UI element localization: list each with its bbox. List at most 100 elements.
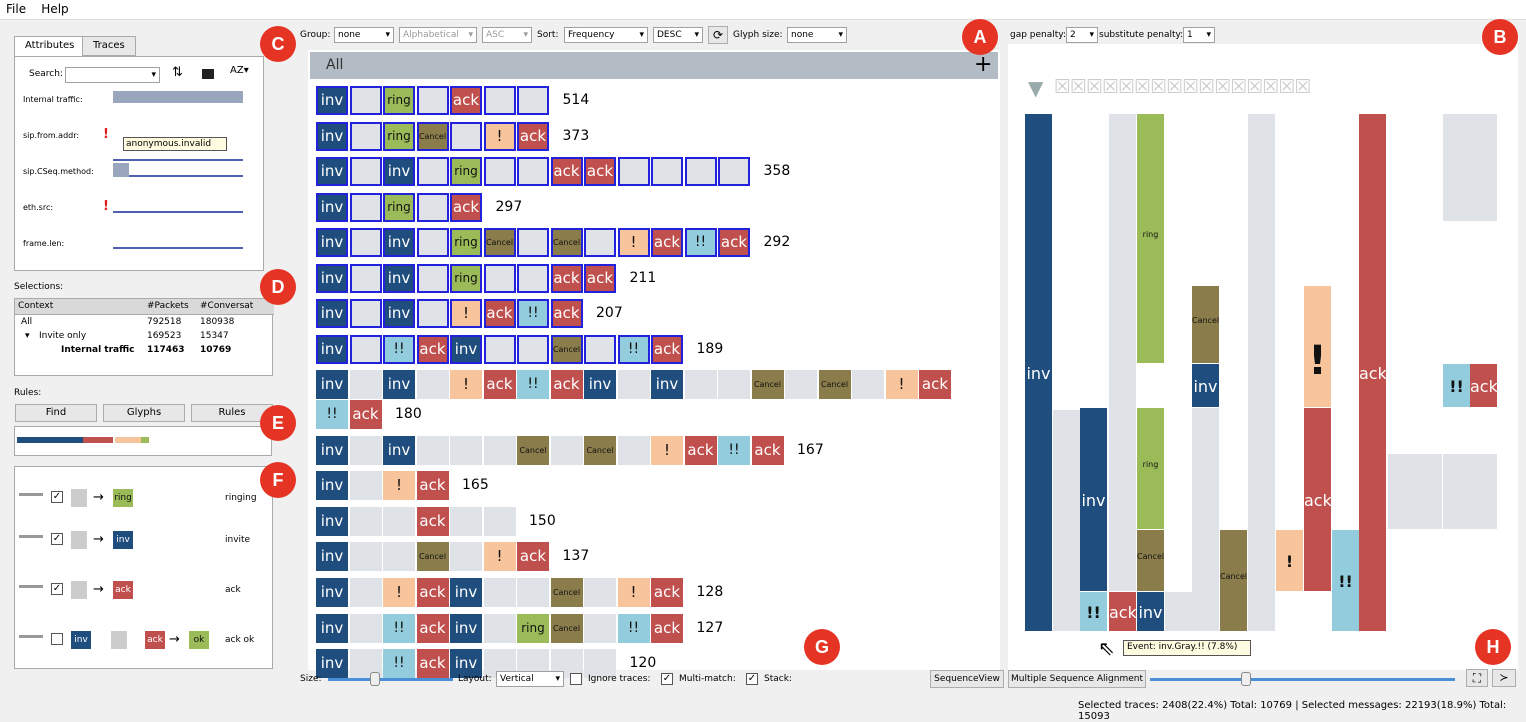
glyph-ack[interactable]: ack (450, 193, 482, 222)
glyph-empty[interactable] (416, 193, 449, 222)
msa-cell-exc[interactable]: ! (1304, 286, 1331, 407)
glyphs-button[interactable]: Glyphs (103, 404, 185, 422)
glyph-empty[interactable] (416, 370, 449, 399)
glyph-ack[interactable]: ack (651, 228, 683, 257)
glyph-empty[interactable] (349, 542, 382, 571)
rule-item[interactable]: inv ack → ok ack ok (15, 631, 260, 653)
find-button[interactable]: Find (15, 404, 97, 422)
glyph-inv[interactable]: inv (383, 436, 415, 465)
glyph-exc[interactable]: ! (617, 578, 650, 607)
size-slider[interactable] (328, 678, 453, 681)
glyph-empty[interactable] (450, 507, 482, 536)
glyph-ex2[interactable]: !! (684, 228, 717, 257)
glyph-ex2[interactable]: !! (617, 335, 650, 364)
glyph-inv[interactable]: inv (316, 471, 348, 500)
glyph-inv[interactable]: inv (316, 86, 348, 115)
glyph-empty[interactable] (517, 157, 549, 186)
glyph-empty[interactable] (349, 228, 382, 257)
glyph-empty[interactable] (617, 436, 650, 465)
glyph-ex2[interactable]: !! (718, 436, 750, 465)
glyph-empty[interactable] (349, 264, 382, 293)
glyph-ack[interactable]: ack (550, 264, 583, 293)
msa-cell-empty[interactable] (1470, 454, 1497, 529)
menu-help[interactable]: Help (35, 0, 74, 18)
glyph-inv[interactable]: inv (450, 335, 482, 364)
glyph-cancel[interactable]: Cancel (550, 335, 583, 364)
glyph-ack[interactable]: ack (919, 370, 951, 399)
glyph-empty[interactable] (450, 122, 482, 151)
glyph-inv[interactable]: inv (316, 299, 348, 328)
rule-checkbox[interactable]: ✓ (51, 583, 63, 595)
glyph-empty[interactable] (785, 370, 817, 399)
glyph-ack[interactable]: ack (550, 299, 583, 328)
msa-cell-empty[interactable] (1415, 454, 1442, 529)
glyph-empty[interactable] (584, 335, 616, 364)
glyph-inv[interactable]: inv (316, 370, 348, 399)
glyph-ex2[interactable]: !! (617, 614, 650, 643)
msa-cell-empty[interactable] (1109, 114, 1136, 591)
glyph-ack[interactable]: ack (550, 370, 583, 399)
glyph-empty[interactable] (517, 228, 549, 257)
glyph-empty[interactable] (416, 228, 449, 257)
msa-slider-handle[interactable] (1241, 672, 1251, 686)
glyph-ack[interactable]: ack (584, 157, 616, 186)
glyph-cancel[interactable]: Cancel (751, 370, 784, 399)
glyph-cancel[interactable]: Cancel (416, 542, 449, 571)
glyph-empty[interactable] (349, 614, 382, 643)
msa-cell-empty[interactable] (1053, 410, 1080, 631)
glyph-empty[interactable] (483, 86, 516, 115)
msa-cell-ack[interactable]: ack (1109, 592, 1137, 631)
glyph-empty[interactable] (517, 86, 549, 115)
glyph-exc[interactable]: ! (483, 122, 516, 151)
glyph-empty[interactable] (517, 578, 549, 607)
glyph-empty[interactable] (617, 370, 650, 399)
glyph-ack[interactable]: ack (349, 400, 382, 429)
glyph-empty[interactable] (684, 370, 717, 399)
glyph-empty[interactable] (349, 370, 382, 399)
glyph-ack[interactable]: ack (416, 507, 449, 536)
glyph-empty[interactable] (651, 157, 683, 186)
glyph-empty[interactable] (684, 157, 717, 186)
msa-cell-empty[interactable] (1165, 592, 1192, 631)
glyph-empty[interactable] (383, 507, 415, 536)
sequence-view-button[interactable]: SequenceView (930, 670, 1004, 688)
glyph-cancel[interactable]: Cancel (550, 614, 583, 643)
glyph-exc[interactable]: ! (651, 436, 683, 465)
msa-cell-ex2[interactable]: !! (1332, 530, 1359, 631)
glyph-inv[interactable]: inv (316, 193, 348, 222)
glyph-empty[interactable] (349, 122, 382, 151)
msa-cell-exc[interactable]: ! (1276, 530, 1303, 591)
msa-cell-cancel[interactable]: Cancel (1220, 530, 1247, 631)
tab-traces[interactable]: Traces (82, 36, 136, 56)
glyph-exc[interactable]: ! (450, 370, 482, 399)
desc-select[interactable]: DESC (653, 27, 703, 43)
msa-cell-empty[interactable] (1192, 408, 1219, 631)
glyph-inv[interactable]: inv (316, 228, 348, 257)
sort-icon[interactable]: ⇅ (172, 65, 183, 80)
glyph-ack[interactable]: ack (584, 264, 616, 293)
glyph-inv[interactable]: inv (316, 578, 348, 607)
glyph-ack[interactable]: ack (416, 471, 449, 500)
add-icon[interactable]: + (974, 52, 992, 77)
glyph-empty[interactable] (483, 436, 516, 465)
log-icon[interactable] (202, 69, 214, 79)
glyph-empty[interactable] (483, 507, 516, 536)
glyph-inv[interactable]: inv (584, 370, 616, 399)
glyph-empty[interactable] (349, 193, 382, 222)
glyph-ack[interactable]: ack (651, 578, 683, 607)
msa-cell-ring[interactable]: ring (1137, 114, 1164, 363)
glyph-empty[interactable] (349, 436, 382, 465)
glyph-empty[interactable] (349, 86, 382, 115)
msa-cell-ex2[interactable]: !! (1443, 364, 1470, 407)
glyph-exc[interactable]: ! (383, 471, 415, 500)
msa-cell-inv[interactable]: inv (1080, 408, 1107, 591)
msa-cell-empty[interactable] (1388, 454, 1415, 529)
glyph-empty[interactable] (584, 614, 616, 643)
table-row[interactable]: ▾ Invite only 169523 15347 (15, 331, 260, 345)
table-row[interactable]: All 792518 180938 (15, 317, 260, 331)
refresh-icon[interactable]: ⟳ (708, 26, 728, 44)
glyph-inv[interactable]: inv (316, 157, 348, 186)
glyph-cancel[interactable]: Cancel (517, 436, 549, 465)
search-input[interactable] (65, 67, 160, 83)
glyph-inv[interactable]: inv (316, 614, 348, 643)
